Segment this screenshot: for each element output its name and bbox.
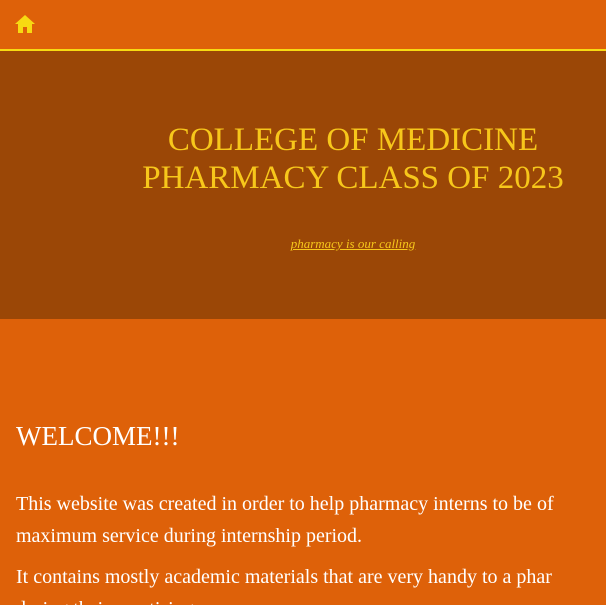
intro-paragraph: This website was created in order to hel… <box>16 488 554 552</box>
intro-paragraph-line-1: This website was created in order to hel… <box>16 493 554 515</box>
site-title: COLLEGE OF MEDICINE PHARMACY CLASS OF 20… <box>100 121 606 197</box>
site-title-line-2: PHARMACY CLASS OF 2023 <box>142 160 564 196</box>
contents-paragraph: It contains mostly academic materials th… <box>16 561 552 605</box>
intro-paragraph-line-2: maximum service during internship period… <box>16 525 363 547</box>
welcome-heading: WELCOME!!! <box>16 421 180 451</box>
contents-paragraph-line-2: during their practising. <box>16 593 552 605</box>
home-link[interactable] <box>14 14 36 34</box>
contents-paragraph-line-1: It contains mostly academic materials th… <box>16 566 552 588</box>
tagline-link[interactable]: pharmacy is our calling <box>291 236 416 251</box>
site-title-line-1: COLLEGE OF MEDICINE <box>167 122 539 158</box>
home-icon <box>15 15 35 33</box>
hero-banner: COLLEGE OF MEDICINE PHARMACY CLASS OF 20… <box>0 51 606 319</box>
top-nav-bar <box>0 0 606 51</box>
tagline: pharmacy is our calling <box>100 235 606 253</box>
